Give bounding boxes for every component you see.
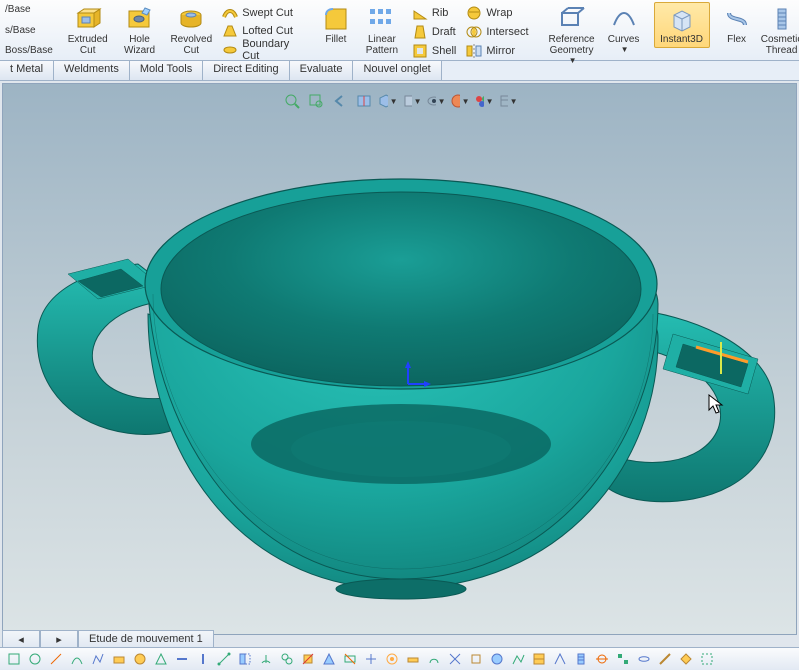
sketch-tool-5[interactable] — [88, 649, 108, 669]
curves-button[interactable]: Curves▼ — [602, 2, 646, 57]
cosmetic-thread-button[interactable]: Cosmetic Thread — [756, 2, 799, 59]
boundary-cut-button[interactable]: Boundary Cut — [217, 40, 307, 60]
sketch-tool-20[interactable] — [403, 649, 423, 669]
sketch-tool-33[interactable] — [676, 649, 696, 669]
curves-icon — [610, 5, 638, 33]
rib-button[interactable]: Rib — [407, 4, 461, 23]
shell-button[interactable]: Shell — [407, 41, 461, 60]
sketch-tool-7[interactable] — [130, 649, 150, 669]
motion-tab-next[interactable]: ▸ — [40, 630, 78, 648]
sketch-tool-19[interactable] — [382, 649, 402, 669]
sketch-tool-1[interactable] — [4, 649, 24, 669]
draft-button[interactable]: Draft — [407, 23, 461, 42]
cosmetic-thread-icon — [768, 5, 796, 33]
swept-cut-button[interactable]: Swept Cut — [217, 4, 307, 22]
revolved-cut-icon — [177, 5, 205, 33]
command-manager-tabs: t Metal Weldments Mold Tools Direct Edit… — [0, 61, 799, 81]
sketch-tool-29[interactable] — [592, 649, 612, 669]
fillet-button[interactable]: Fillet — [315, 2, 357, 48]
tab-mold-tools[interactable]: Mold Tools — [130, 61, 203, 80]
boundary-cut-icon — [222, 42, 238, 58]
linear-pattern-icon — [368, 5, 396, 33]
wrap-icon — [466, 5, 482, 21]
mirror-button[interactable]: Mirror — [461, 41, 533, 60]
sketch-tool-10[interactable] — [193, 649, 213, 669]
instant3d-button[interactable]: Instant3D — [654, 2, 710, 48]
bottom-sketch-toolbar — [0, 647, 799, 670]
mirror-icon — [466, 43, 482, 59]
dropdown-icon: ▼ — [621, 45, 629, 54]
ref-geometry-icon — [558, 5, 586, 33]
mouse-cursor-icon — [708, 394, 726, 416]
motion-tab-prev[interactable]: ◂ — [2, 630, 40, 648]
sketch-tool-32[interactable] — [655, 649, 675, 669]
sketch-tool-21[interactable] — [424, 649, 444, 669]
boss-base-stub-3[interactable]: Boss/Base — [0, 43, 58, 58]
boss-base-stub-1[interactable]: /Base — [0, 2, 58, 17]
sketch-tool-27[interactable] — [550, 649, 570, 669]
draft-icon — [412, 24, 428, 40]
sketch-tool-6[interactable] — [109, 649, 129, 669]
motion-study-tabs: ◂ ▸ Etude de mouvement 1 — [2, 630, 214, 648]
tab-weldments[interactable]: Weldments — [54, 61, 130, 80]
tab-new[interactable]: Nouvel onglet — [353, 61, 441, 80]
wrap-button[interactable]: Wrap — [461, 4, 533, 23]
hole-wizard-button[interactable]: Hole Wizard — [114, 2, 166, 59]
tab-direct-editing[interactable]: Direct Editing — [203, 61, 289, 80]
tab-evaluate[interactable]: Evaluate — [290, 61, 354, 80]
fillet-icon — [322, 5, 350, 33]
lofted-cut-icon — [222, 23, 238, 39]
sketch-tool-26[interactable] — [529, 649, 549, 669]
sketch-tool-8[interactable] — [151, 649, 171, 669]
boss-base-stub-2[interactable]: s/Base — [0, 23, 58, 38]
flex-button[interactable]: Flex — [718, 2, 756, 48]
intersect-icon — [466, 24, 482, 40]
revolved-cut-button[interactable]: Revolved Cut — [165, 2, 217, 59]
sketch-tool-11[interactable] — [214, 649, 234, 669]
sketch-tool-2[interactable] — [25, 649, 45, 669]
bowl-model — [3, 84, 797, 632]
command-ribbon: /Base s/Base Boss/Base Extruded Cut Hole… — [0, 0, 799, 61]
sketch-tool-15[interactable] — [298, 649, 318, 669]
intersect-button[interactable]: Intersect — [461, 23, 533, 42]
sketch-tool-23[interactable] — [466, 649, 486, 669]
sketch-tool-13[interactable] — [256, 649, 276, 669]
sketch-tool-9[interactable] — [172, 649, 192, 669]
shell-icon — [412, 43, 428, 59]
sketch-tool-18[interactable] — [361, 649, 381, 669]
sketch-tool-17[interactable] — [340, 649, 360, 669]
ref-geometry-button[interactable]: Reference Geometry▼ — [542, 2, 602, 68]
sketch-tool-25[interactable] — [508, 649, 528, 669]
swept-cut-icon — [222, 5, 238, 21]
sketch-tool-22[interactable] — [445, 649, 465, 669]
origin-triad-icon — [398, 359, 438, 399]
flex-icon — [723, 5, 751, 33]
tab-sheet-metal[interactable]: t Metal — [0, 61, 54, 80]
extruded-cut-button[interactable]: Extruded Cut — [62, 2, 114, 59]
instant3d-icon — [668, 5, 696, 33]
sketch-tool-4[interactable] — [67, 649, 87, 669]
linear-pattern-button[interactable]: Linear Pattern — [357, 2, 407, 59]
motion-study-tab[interactable]: Etude de mouvement 1 — [78, 630, 214, 648]
sketch-tool-34[interactable] — [697, 649, 717, 669]
left-crop-buttons: /Base s/Base Boss/Base — [0, 0, 58, 60]
hole-wizard-icon — [126, 5, 154, 33]
sketch-tool-24[interactable] — [487, 649, 507, 669]
sketch-tool-12[interactable] — [235, 649, 255, 669]
sketch-tool-14[interactable] — [277, 649, 297, 669]
sketch-tool-31[interactable] — [634, 649, 654, 669]
extruded-cut-icon — [74, 5, 102, 33]
graphics-viewport[interactable]: ▼ ▼ ▼ ▼ ▼ ▼ — [2, 83, 797, 635]
sketch-tool-28[interactable] — [571, 649, 591, 669]
dropdown-icon: ▼ — [569, 56, 577, 65]
sketch-tool-16[interactable] — [319, 649, 339, 669]
sketch-tool-30[interactable] — [613, 649, 633, 669]
rib-icon — [412, 5, 428, 21]
sketch-tool-3[interactable] — [46, 649, 66, 669]
